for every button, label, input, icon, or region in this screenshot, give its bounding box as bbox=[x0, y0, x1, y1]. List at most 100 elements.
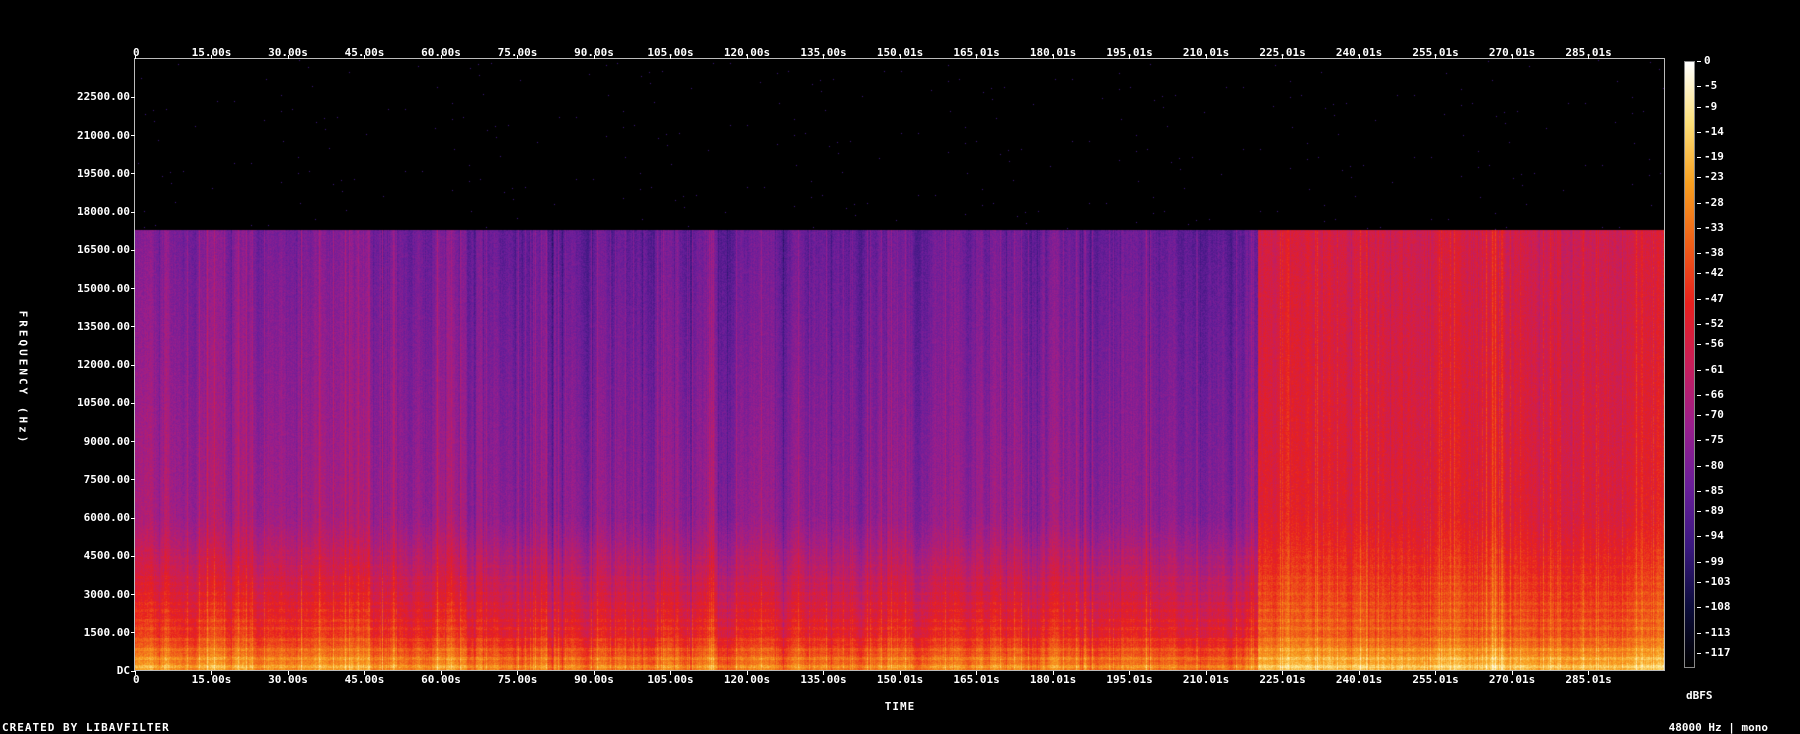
x-tick-label-bottom: 150.01s bbox=[876, 673, 924, 686]
x-tick-mark-top bbox=[440, 55, 442, 59]
y-tick-label: 9000.00 bbox=[83, 434, 130, 448]
colorbar-tick-mark bbox=[1697, 440, 1701, 442]
colorbar-tick-mark bbox=[1697, 561, 1701, 563]
x-tick-mark-bottom bbox=[364, 671, 365, 675]
x-tick-mark-bottom bbox=[1129, 671, 1131, 675]
y-tick-label: 16500.00 bbox=[77, 243, 130, 257]
x-tick-label-bottom: 45.00s bbox=[344, 673, 385, 686]
colorbar-tick-label: -99 bbox=[1704, 554, 1724, 568]
colorbar-tick-label: -42 bbox=[1704, 266, 1724, 280]
colorbar-tick-mark bbox=[1697, 177, 1701, 179]
y-tick-label: 7500.00 bbox=[83, 472, 130, 486]
colorbar-tick-label: -19 bbox=[1704, 150, 1724, 164]
x-tick-mark-top bbox=[1358, 55, 1360, 59]
colorbar-tick-mark bbox=[1697, 273, 1701, 275]
x-tick-label-bottom: 120.00s bbox=[723, 673, 771, 686]
colorbar-tick-label: -14 bbox=[1704, 124, 1724, 138]
y-tick-label: 22500.00 bbox=[77, 90, 130, 104]
x-tick-mark-top bbox=[1282, 55, 1284, 59]
colorbar-tick-mark bbox=[1697, 324, 1701, 326]
y-tick-mark bbox=[131, 364, 135, 366]
x-tick-mark-bottom bbox=[1358, 671, 1360, 675]
y-tick-mark bbox=[131, 135, 135, 136]
x-tick-mark-bottom bbox=[593, 671, 595, 675]
colorbar-tick-mark bbox=[1697, 607, 1701, 609]
y-tick-mark bbox=[131, 555, 135, 557]
colorbar-tick-mark bbox=[1697, 490, 1701, 492]
colorbar-tick-label: -70 bbox=[1704, 408, 1724, 422]
y-tick-label: 1500.00 bbox=[83, 625, 130, 639]
y-tick-label: 19500.00 bbox=[77, 166, 130, 180]
x-tick-mark-top bbox=[670, 55, 671, 59]
x-tick-mark-top bbox=[134, 55, 136, 59]
x-tick-mark-top bbox=[593, 55, 595, 59]
x-tick-label-bottom: 270.01s bbox=[1488, 673, 1536, 686]
x-tick-label-bottom: 210.01s bbox=[1182, 673, 1230, 686]
x-tick-mark-bottom bbox=[823, 671, 824, 675]
x-tick-mark-top bbox=[517, 55, 518, 59]
x-tick-mark-top bbox=[1588, 55, 1590, 59]
y-tick-mark bbox=[131, 173, 135, 175]
colorbar-tick-mark bbox=[1697, 106, 1701, 108]
y-tick-label: 3000.00 bbox=[83, 587, 130, 601]
colorbar-tick-label: -52 bbox=[1704, 317, 1724, 331]
x-axis-label: TIME bbox=[884, 700, 916, 713]
y-tick-label: DC bbox=[116, 664, 130, 677]
colorbar-tick-label: -5 bbox=[1704, 79, 1718, 93]
colorbar-tick-label: 0 bbox=[1704, 54, 1711, 67]
y-tick-mark bbox=[131, 632, 135, 634]
colorbar-tick-mark bbox=[1697, 369, 1701, 371]
x-tick-mark-top bbox=[976, 55, 978, 59]
x-tick-mark-top bbox=[211, 55, 212, 59]
x-tick-label-bottom: 60.00s bbox=[421, 673, 461, 686]
y-tick-mark bbox=[131, 211, 135, 213]
colorbar-tick-mark bbox=[1697, 61, 1701, 62]
x-tick-label-bottom: 240.01s bbox=[1335, 673, 1383, 686]
y-axis-label: FREQUENCY (Hz) bbox=[16, 310, 30, 446]
x-tick-mark-bottom bbox=[746, 671, 748, 675]
colorbar-tick-mark bbox=[1697, 86, 1701, 88]
x-tick-mark-top bbox=[1205, 55, 1207, 59]
x-tick-mark-bottom bbox=[517, 671, 518, 675]
colorbar-unit-label: dBFS bbox=[1686, 689, 1713, 702]
y-tick-label: 18000.00 bbox=[77, 205, 130, 218]
x-tick-label-bottom: 180.01s bbox=[1029, 673, 1077, 686]
colorbar-tick-mark bbox=[1697, 465, 1701, 467]
colorbar-tick-mark bbox=[1697, 582, 1701, 583]
y-tick-label: 6000.00 bbox=[83, 511, 130, 524]
colorbar-tick-mark bbox=[1697, 652, 1701, 654]
y-tick-label: 13500.00 bbox=[77, 319, 130, 333]
x-tick-label-bottom: 90.00s bbox=[574, 673, 614, 686]
colorbar-tick-mark bbox=[1697, 131, 1701, 133]
x-tick-mark-bottom bbox=[1052, 671, 1054, 675]
x-tick-label-bottom: 0 bbox=[133, 673, 140, 686]
spectrogram-heatmap bbox=[135, 59, 1665, 671]
colorbar-tick-label: -23 bbox=[1704, 170, 1724, 184]
colorbar-tick-mark bbox=[1697, 202, 1701, 204]
x-tick-mark-bottom bbox=[440, 671, 442, 675]
colorbar-tick-label: -117 bbox=[1704, 645, 1731, 659]
x-tick-label-bottom: 135.00s bbox=[800, 673, 847, 686]
colorbar-tick-label: -108 bbox=[1704, 600, 1731, 614]
y-tick-label: 4500.00 bbox=[83, 549, 130, 563]
x-tick-label-bottom: 30.00s bbox=[268, 673, 308, 686]
y-tick-mark bbox=[131, 249, 135, 251]
x-tick-mark-bottom bbox=[1282, 671, 1284, 675]
colorbar-gradient bbox=[1684, 61, 1695, 668]
colorbar-tick-label: -85 bbox=[1704, 483, 1724, 497]
x-tick-label-bottom: 165.01s bbox=[953, 673, 1000, 686]
colorbar-tick-label: -47 bbox=[1704, 291, 1724, 305]
colorbar-tick-mark bbox=[1697, 536, 1701, 538]
y-tick-mark bbox=[131, 96, 135, 98]
colorbar-tick-label: -113 bbox=[1704, 625, 1731, 639]
x-tick-mark-top bbox=[1129, 55, 1131, 59]
x-tick-mark-top bbox=[1052, 55, 1054, 59]
x-tick-label-bottom: 15.00s bbox=[191, 673, 232, 686]
colorbar-tick-label: -80 bbox=[1704, 458, 1724, 472]
x-tick-mark-bottom bbox=[211, 671, 212, 675]
x-tick-mark-top bbox=[823, 55, 824, 59]
x-tick-mark-bottom bbox=[670, 671, 671, 675]
y-tick-label: 15000.00 bbox=[77, 281, 130, 295]
x-tick-label-bottom: 255.01s bbox=[1412, 673, 1459, 686]
colorbar-tick-mark bbox=[1697, 298, 1701, 300]
